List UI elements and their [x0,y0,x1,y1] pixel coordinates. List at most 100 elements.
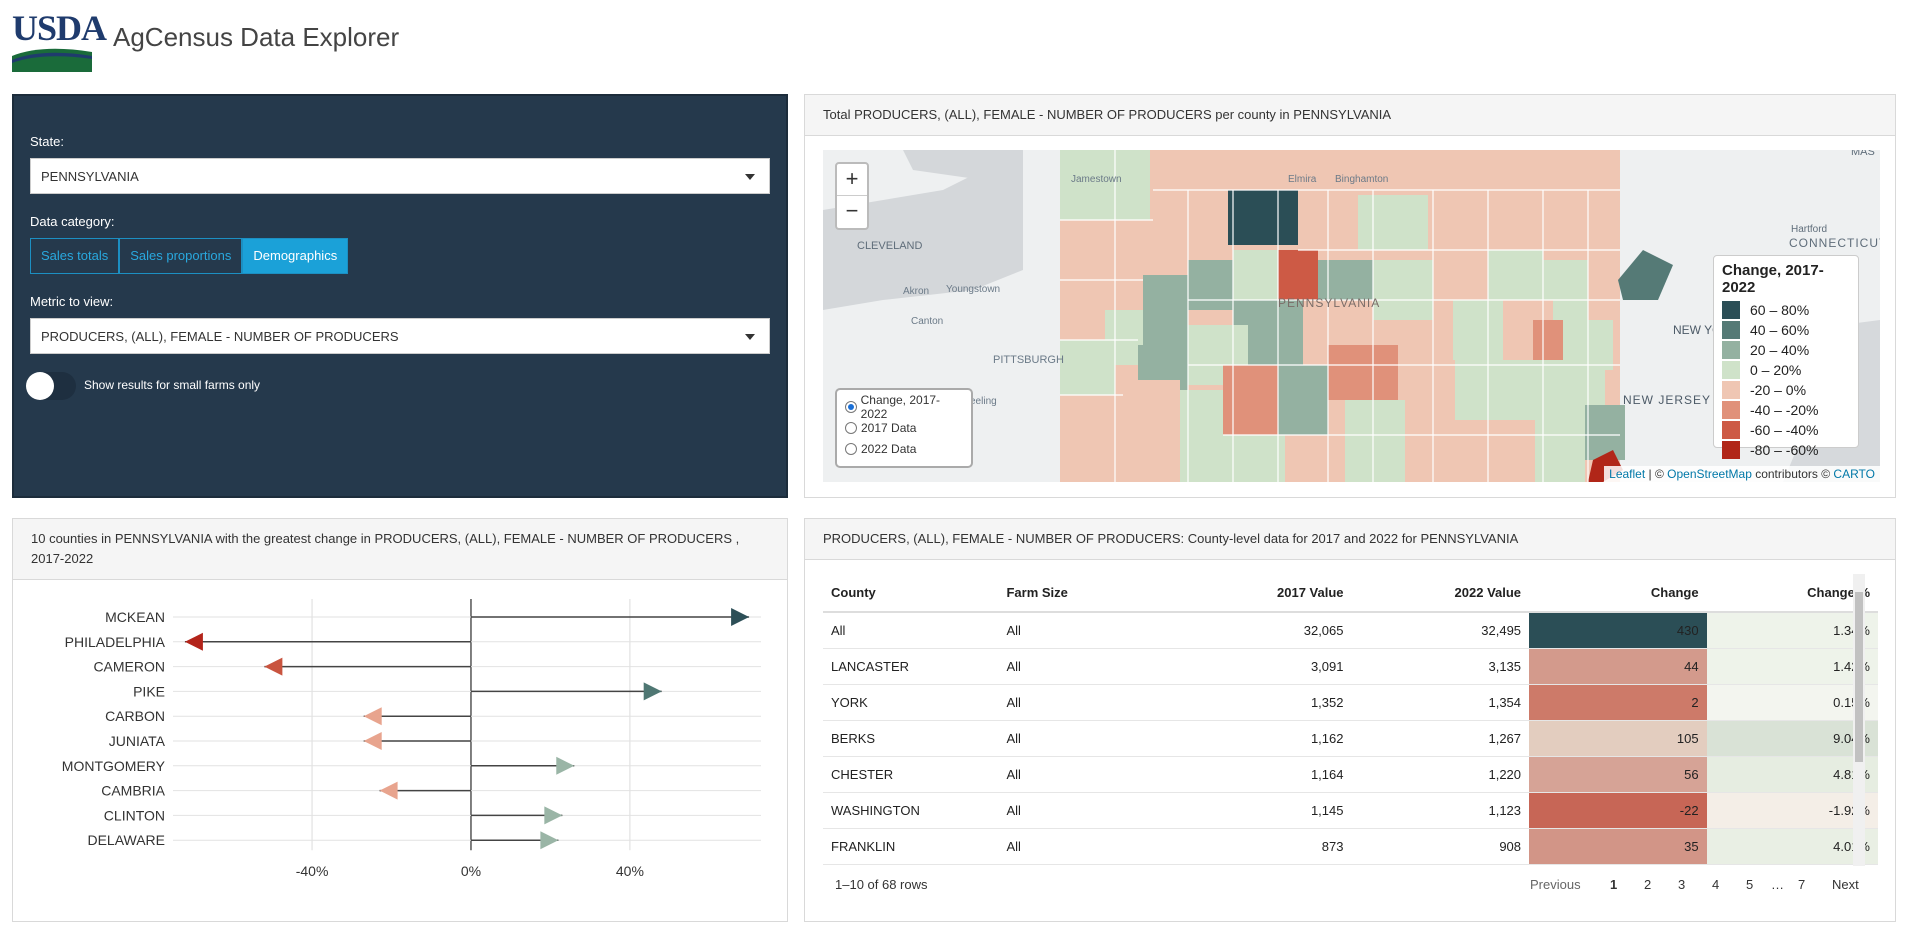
cell-change: 2 [1529,684,1707,721]
pager-page-7[interactable]: 7 [1798,877,1805,892]
legend-swatch [1722,441,1740,459]
pager-previous[interactable]: Previous [1530,877,1581,892]
legend-label: 60 – 80% [1750,302,1810,318]
category-demographics-button[interactable]: Demographics [242,238,349,274]
radio-option-label: 2017 Data [861,420,917,435]
legend-title: Change, 2017-2022 [1722,262,1824,296]
table-row[interactable]: All All 32,065 32,495 430 1.34% [823,612,1878,649]
map-label-canton: Canton [911,316,944,327]
col-2022-value[interactable]: 2022 Value [1351,574,1530,613]
map-label-pennsylvania: PENNSYLVANIA [1278,296,1381,310]
cell-change: 430 [1529,612,1707,649]
table-pager: 1–10 of 68 rows Previous 1 2 3 4 5 … 7 N… [805,869,1895,899]
table-row[interactable]: LANCASTER All 3,091 3,135 44 1.42% [823,648,1878,685]
chart-arrow-mark [544,806,563,825]
map-legend: Change, 2017-2022 60 – 80% 40 – 60% 20 – 4… [1713,255,1859,459]
table-row[interactable]: FRANKLIN All 873 908 35 4.01% [823,828,1878,865]
cell-2017-value: 1,164 [1173,756,1352,793]
cell-2017-value: 3,091 [1173,648,1352,685]
category-button-group: Sales totals Sales proportions Demograph… [30,238,349,274]
chart-arrow-mark [731,608,750,626]
table-row[interactable]: BERKS All 1,162 1,267 105 9.04% [823,720,1878,757]
metric-select[interactable]: PRODUCERS, (ALL), FEMALE - NUMBER OF PRO… [30,318,770,354]
cell-change: 35 [1529,828,1707,865]
map-attribution: Leaflet | © OpenStreetMap contributors ©… [1604,466,1880,482]
cell-2017-value: 32,065 [1173,612,1352,649]
category-sales-proportions-button[interactable]: Sales proportions [119,238,243,274]
y-tick-label: CARBON [105,708,165,724]
leaflet-link[interactable]: Leaflet [1609,467,1645,481]
pager-next[interactable]: Next [1832,877,1859,892]
cell-2022-value: 1,354 [1351,684,1530,721]
pager-page-3[interactable]: 3 [1678,877,1685,892]
table-scrollbar[interactable] [1853,574,1865,866]
legend-row: 20 – 40% [1722,340,1850,360]
legend-swatch [1722,321,1740,339]
cell-farm-size: All [998,756,1174,793]
map-label-cleveland: CLEVELAND [857,240,923,252]
small-farms-toggle[interactable] [26,372,76,400]
pager-ellipsis: … [1771,877,1784,892]
zoom-out-button[interactable]: − [837,196,867,228]
zoom-in-button[interactable]: + [837,164,867,196]
y-tick-label: CAMBRIA [101,783,165,799]
radio-option-change[interactable]: Change, 2017-2022 [845,393,963,421]
map-label-connecticut: CONNECTICUT [1789,236,1880,250]
osm-link[interactable]: OpenStreetMap [1667,467,1752,481]
cell-2017-value: 1,352 [1173,684,1352,721]
table-row[interactable]: CHESTER All 1,164 1,220 56 4.81% [823,756,1878,793]
cell-farm-size: All [998,684,1174,721]
cell-farm-size: All [998,612,1174,649]
cell-farm-size: All [998,792,1174,829]
col-change[interactable]: Change [1529,574,1707,613]
legend-label: 0 – 20% [1750,362,1802,378]
category-sales-totals-button[interactable]: Sales totals [30,238,120,274]
y-tick-label: CAMERON [93,659,165,675]
data-table: County Farm Size 2017 Value 2022 Value C… [823,574,1878,865]
col-farm-size[interactable]: Farm Size [998,574,1174,613]
legend-label: -60 – -40% [1750,422,1819,438]
table-row[interactable]: WASHINGTON All 1,145 1,123 -22 -1.92% [823,792,1878,829]
layer-radio-control: Change, 2017-2022 2017 Data 2022 Data [835,388,973,468]
chart-arrow-mark [643,682,662,701]
cell-county: All [823,612,999,649]
table-panel: PRODUCERS, (ALL), FEMALE - NUMBER OF PRO… [804,518,1896,922]
map-label-mas: MAS [1851,150,1875,158]
carto-link[interactable]: CARTO [1833,467,1875,481]
logo-swoosh-icon [12,48,92,72]
cell-county: CHESTER [823,756,999,793]
logo-text: USDA [12,8,107,48]
attribution-contributors: contributors © [1751,467,1834,481]
attribution-separator: | © [1645,467,1668,481]
pager-page-5[interactable]: 5 [1746,877,1753,892]
radio-icon[interactable] [845,421,857,434]
legend-label: -80 – -60% [1750,442,1819,458]
cell-change: 56 [1529,756,1707,793]
chart-panel: 10 counties in PENNSYLVANIA with the gre… [12,518,788,922]
state-select[interactable]: PENNSYLVANIA [30,158,770,194]
pager-page-4[interactable]: 4 [1712,877,1719,892]
chart-arrow-mark [379,781,398,800]
table-row[interactable]: YORK All 1,352 1,354 2 0.15% [823,684,1878,721]
radio-selected-icon[interactable] [845,400,857,413]
chart-arrow-mark [264,657,283,676]
usda-logo: USDA [12,8,107,72]
chart-panel-title: 10 counties in PENNSYLVANIA with the gre… [13,519,787,580]
cell-county: LANCASTER [823,648,999,685]
legend-row: -60 – -40% [1722,420,1850,440]
cell-change: 44 [1529,648,1707,685]
pager-page-1[interactable]: 1 [1610,877,1617,892]
y-tick-label: CLINTON [104,807,165,823]
map-label-jamestown: Jamestown [1071,174,1122,185]
x-tick-label: -40% [296,863,329,879]
legend-row: -40 – -20% [1722,400,1850,420]
state-select-value: PENNSYLVANIA [41,169,139,184]
county-map[interactable]: Jamestown Elmira Binghamton CLEVELAND Ak… [823,150,1880,482]
radio-option-2022[interactable]: 2022 Data [845,438,963,459]
col-county[interactable]: County [823,574,999,613]
scrollbar-thumb[interactable] [1855,592,1863,762]
radio-icon[interactable] [845,442,857,455]
cell-county: BERKS [823,720,999,757]
pager-page-2[interactable]: 2 [1644,877,1651,892]
col-2017-value[interactable]: 2017 Value [1173,574,1352,613]
